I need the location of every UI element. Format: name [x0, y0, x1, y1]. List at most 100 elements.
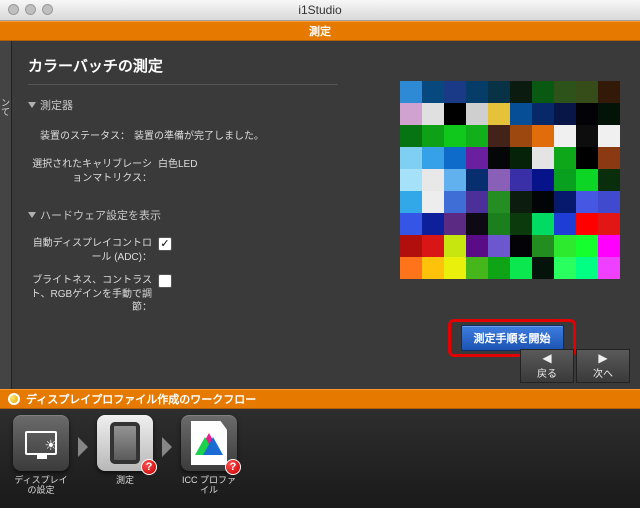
color-patch — [598, 147, 620, 169]
color-patch — [400, 235, 422, 257]
minimize-window-icon[interactable] — [25, 4, 36, 15]
help-badge-icon[interactable]: ? — [141, 459, 157, 475]
color-patch — [488, 235, 510, 257]
workflow-strip: ディスプレイプロファイル作成のワークフロー — [0, 389, 640, 409]
color-patch — [422, 81, 444, 103]
workflow-tile-measure[interactable]: ? — [97, 415, 153, 471]
collapsed-side-panel[interactable]: ンて — [0, 41, 12, 389]
divider — [28, 84, 338, 85]
color-patch — [444, 191, 466, 213]
color-patch — [466, 147, 488, 169]
color-patch — [576, 257, 598, 279]
window-traffic-lights[interactable] — [8, 4, 53, 15]
color-patch — [510, 103, 532, 125]
top-tab-strip: 測定 — [0, 21, 640, 41]
start-measurement-button[interactable]: 測定手順を開始 — [461, 325, 564, 351]
color-patch — [444, 257, 466, 279]
color-patch — [422, 169, 444, 191]
color-patch — [576, 169, 598, 191]
color-patch — [422, 147, 444, 169]
color-patch — [400, 81, 422, 103]
manual-adjust-checkbox[interactable] — [158, 274, 172, 288]
color-patch — [510, 147, 532, 169]
workflow-step-icc-profile[interactable]: ? ICC プロファイル — [178, 415, 240, 496]
hardware-group-header[interactable]: ハードウェア設定を表示 — [28, 207, 338, 223]
manual-adjust-label: ブライトネス、コントラスト、RGBゲインを手動で調節： — [28, 274, 158, 315]
disclosure-triangle-icon[interactable] — [28, 102, 36, 108]
color-patch — [576, 81, 598, 103]
device-status-value: 装置の準備が完了しました。 — [134, 127, 264, 142]
color-patch — [510, 191, 532, 213]
color-patch — [466, 191, 488, 213]
color-patch — [466, 81, 488, 103]
color-patch — [422, 103, 444, 125]
workflow-title: ディスプレイプロファイル作成のワークフロー — [26, 391, 256, 407]
back-button[interactable]: ◀ 戻る — [520, 349, 574, 383]
color-patch — [488, 81, 510, 103]
color-patch — [554, 81, 576, 103]
disclosure-triangle-icon[interactable] — [28, 212, 36, 218]
back-button-label: 戻る — [537, 365, 557, 380]
color-patch — [400, 191, 422, 213]
close-window-icon[interactable] — [8, 4, 19, 15]
color-patch — [598, 81, 620, 103]
color-patch — [576, 125, 598, 147]
color-patch — [444, 169, 466, 191]
hardware-group-label: ハードウェア設定を表示 — [40, 207, 161, 223]
workflow-step-label: ディスプレイの設定 — [10, 475, 72, 496]
color-patch — [554, 103, 576, 125]
color-patch — [554, 257, 576, 279]
workflow-step-measure[interactable]: ? 測定 — [94, 415, 156, 485]
manual-adjust-row: ブライトネス、コントラスト、RGBゲインを手動で調節： — [28, 274, 338, 315]
color-patch — [598, 103, 620, 125]
wizard-nav: ◀ 戻る ▶ 次へ — [520, 349, 630, 383]
color-patch — [554, 169, 576, 191]
color-patch — [510, 169, 532, 191]
side-panel-fragment: ンて — [1, 98, 10, 117]
workflow-indicator-icon — [8, 393, 20, 405]
next-button[interactable]: ▶ 次へ — [576, 349, 630, 383]
color-patch — [598, 191, 620, 213]
workflow-tile-icc-profile[interactable]: ? — [181, 415, 237, 471]
color-patch — [576, 213, 598, 235]
color-patch — [422, 191, 444, 213]
color-patch — [488, 147, 510, 169]
color-patch — [400, 125, 422, 147]
active-tab-label[interactable]: 測定 — [309, 23, 331, 39]
calibration-matrix-row: 選択されたキャリブレーションマトリクス： 白色LED — [28, 158, 338, 185]
color-patch — [554, 213, 576, 235]
color-patch-preview — [400, 81, 620, 279]
color-patch — [532, 103, 554, 125]
adc-checkbox[interactable]: ✓ — [158, 237, 172, 251]
color-patch — [532, 257, 554, 279]
color-patch — [554, 147, 576, 169]
color-patch — [400, 169, 422, 191]
device-group-label: 測定器 — [40, 97, 73, 113]
color-patch-grid — [400, 81, 620, 279]
color-patch — [598, 257, 620, 279]
arrow-right-icon: ▶ — [598, 352, 607, 364]
color-patch — [576, 103, 598, 125]
workflow-tile-display-settings[interactable]: ☀ — [13, 415, 69, 471]
help-badge-icon[interactable]: ? — [225, 459, 241, 475]
icc-profile-icon — [191, 421, 227, 465]
color-patch — [510, 257, 532, 279]
device-group-header[interactable]: 測定器 — [28, 97, 338, 113]
workflow-step-display-settings[interactable]: ☀ ディスプレイの設定 — [10, 415, 72, 496]
color-patch — [532, 125, 554, 147]
color-patch — [422, 213, 444, 235]
workflow-step-label: ICC プロファイル — [178, 475, 240, 496]
content-area: カラーバッチの測定 測定器 装置のステータス： 装置の準備が完了しました。 選択… — [12, 41, 640, 389]
color-patch — [532, 191, 554, 213]
arrow-left-icon: ◀ — [542, 352, 551, 364]
workflow-step-label: 測定 — [116, 475, 134, 485]
color-patch — [400, 147, 422, 169]
device-status-row: 装置のステータス： 装置の準備が完了しました。 — [28, 127, 338, 142]
color-patch — [532, 147, 554, 169]
color-patch — [400, 103, 422, 125]
color-patch — [466, 257, 488, 279]
zoom-window-icon[interactable] — [42, 4, 53, 15]
color-patch — [444, 125, 466, 147]
color-patch — [444, 213, 466, 235]
chevron-right-icon — [162, 437, 172, 457]
